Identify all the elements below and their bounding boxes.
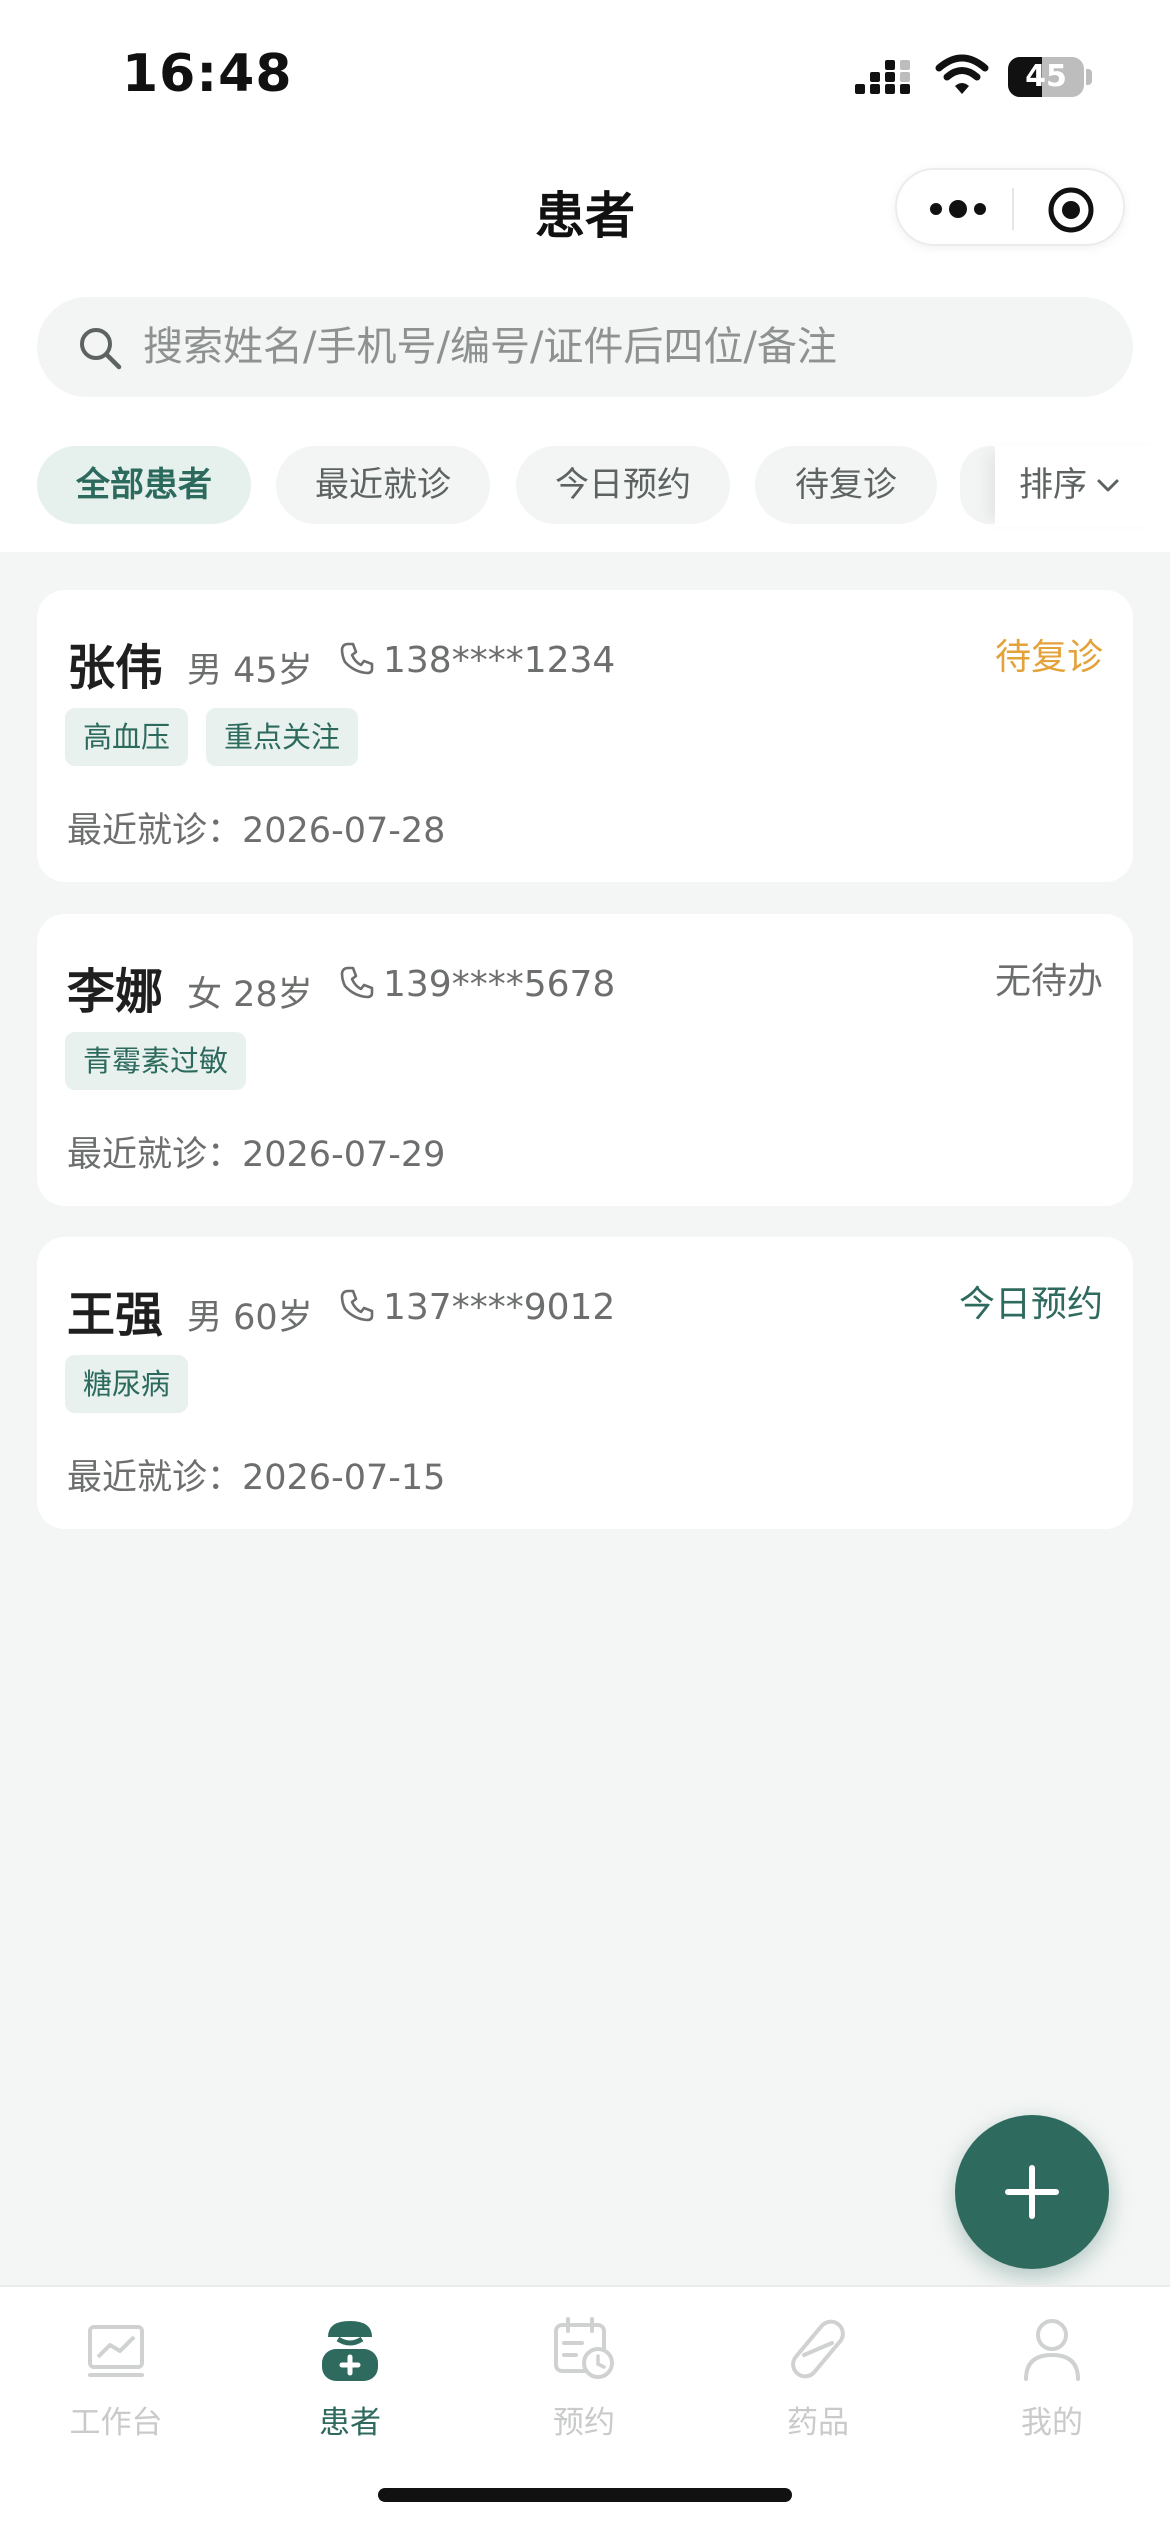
patient-name: 张伟 (67, 640, 164, 696)
patient-last-visit: 最近就诊：2026-07-28 (67, 811, 446, 851)
patient-card[interactable]: 张伟 男 45岁 138****1234 待复诊 高血压 重点关注 最近就诊：20… (37, 590, 1133, 882)
tab-appointments[interactable]: 预约 (484, 2305, 684, 2455)
chevron-down-icon (1097, 479, 1119, 492)
tab-label: 我的 (1021, 2405, 1083, 2441)
add-patient-button[interactable] (955, 2115, 1109, 2269)
filter-chip-recent[interactable]: 最近就诊 (276, 446, 490, 524)
tab-medicines[interactable]: 药品 (718, 2305, 918, 2455)
patient-tag: 重点关注 (206, 708, 359, 766)
patient-gender-age: 女 28岁 (187, 975, 313, 1015)
battery-tip (1086, 69, 1092, 85)
search-icon (80, 328, 122, 370)
tab-label: 患者 (319, 2405, 381, 2441)
wifi-icon (935, 54, 989, 94)
plus-icon (1005, 2165, 1059, 2219)
search-bar[interactable] (37, 297, 1133, 397)
patient-tag: 高血压 (65, 708, 189, 766)
user-icon (1024, 2319, 1080, 2381)
patient-tag: 糖尿病 (65, 1355, 189, 1413)
phone-icon (340, 642, 374, 675)
calendar-icon (554, 2317, 614, 2379)
patient-status: 今日预约 (958, 1284, 1103, 1325)
tab-label: 药品 (787, 2405, 849, 2441)
patient-tag: 青霉素过敏 (65, 1032, 247, 1090)
search-input[interactable] (143, 317, 1103, 377)
battery-body: 45 (1008, 57, 1084, 97)
more-icon[interactable] (927, 194, 989, 224)
patient-status: 无待办 (994, 961, 1103, 1002)
patient-phone: 138****1234 (383, 640, 616, 681)
patient-gender-age: 男 60岁 (187, 1298, 313, 1338)
filter-bar: 全部患者 最近就诊 今日预约 待复诊 排序 (0, 446, 1170, 526)
tab-mine[interactable]: 我的 (952, 2305, 1152, 2455)
capsule-divider (1012, 188, 1014, 230)
filter-chip-today[interactable]: 今日预约 (516, 446, 730, 524)
filter-chip-all[interactable]: 全部患者 (37, 446, 251, 524)
tab-label: 预约 (553, 2405, 615, 2441)
mini-program-capsule (895, 168, 1125, 246)
patient-name: 李娜 (67, 964, 164, 1020)
pill-icon (791, 2319, 845, 2379)
home-indicator (378, 2488, 792, 2502)
phone-icon (340, 1289, 374, 1322)
patient-status: 待复诊 (994, 637, 1103, 678)
patient-card[interactable]: 李娜 女 28岁 139****5678 无待办 青霉素过敏 最近就诊：2026… (37, 914, 1133, 1206)
target-icon[interactable] (1047, 186, 1095, 234)
patient-tags: 糖尿病 (65, 1355, 206, 1413)
patient-phone: 139****5678 (383, 964, 616, 1005)
patient-card[interactable]: 王强 男 60岁 137****9012 今日预约 糖尿病 最近就诊：2026-… (37, 1237, 1133, 1529)
filter-chip-followup[interactable]: 待复诊 (755, 446, 937, 524)
battery-icon: 45 (1008, 57, 1092, 97)
patient-last-visit: 最近就诊：2026-07-29 (67, 1135, 446, 1175)
sort-button[interactable]: 排序 (995, 446, 1170, 526)
tab-label: 工作台 (69, 2405, 163, 2441)
patient-gender-age: 男 45岁 (187, 651, 313, 691)
phone-icon (340, 966, 374, 999)
patient-phone: 137****9012 (383, 1287, 616, 1328)
patient-icon (322, 2321, 378, 2381)
tab-workbench[interactable]: 工作台 (16, 2305, 216, 2455)
patient-tags: 高血压 重点关注 (65, 708, 376, 766)
patient-last-visit: 最近就诊：2026-07-15 (67, 1458, 446, 1498)
patient-name: 王强 (67, 1287, 164, 1343)
battery-level: 45 (1025, 59, 1067, 94)
patient-tags: 青霉素过敏 (65, 1032, 264, 1090)
tab-patients[interactable]: 患者 (250, 2305, 450, 2455)
chart-icon (88, 2325, 144, 2377)
status-time: 16:48 (122, 44, 293, 104)
sort-label: 排序 (1019, 465, 1087, 505)
signal-icon (855, 60, 910, 94)
